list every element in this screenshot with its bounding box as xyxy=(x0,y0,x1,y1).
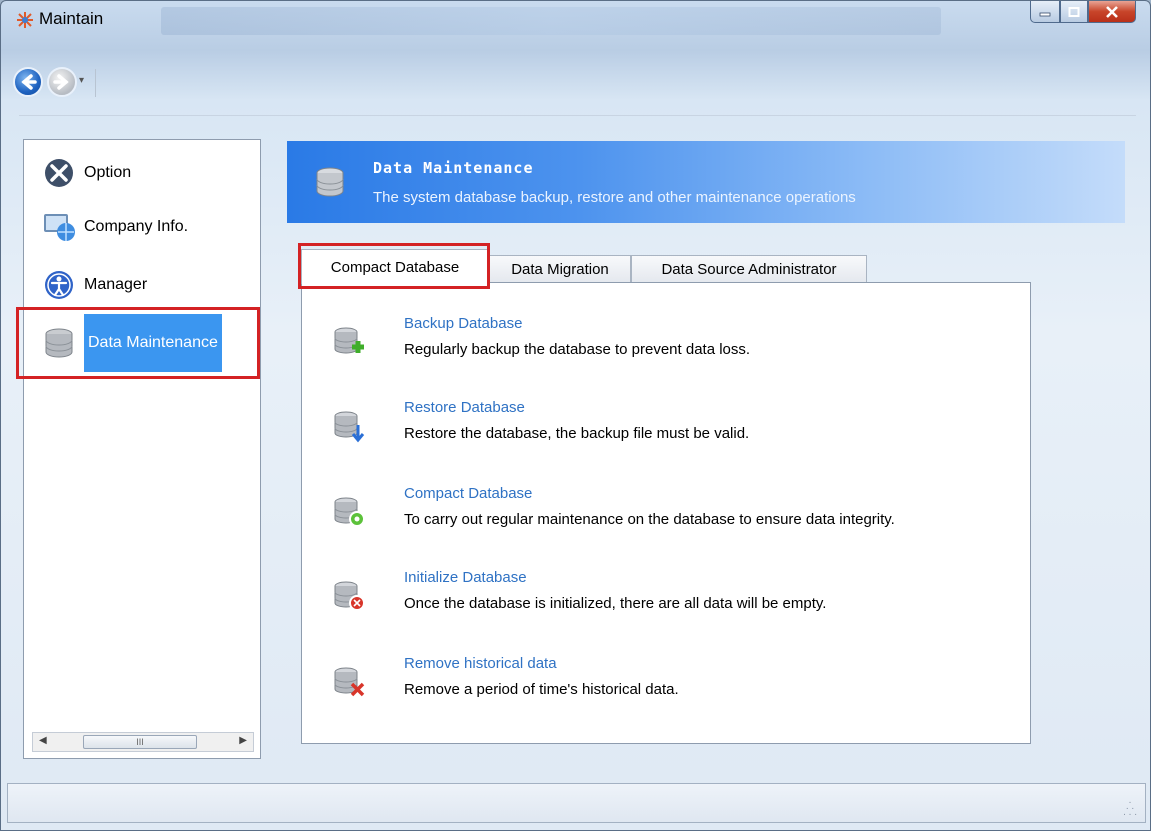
tab-label: Data Migration xyxy=(511,261,609,278)
back-arrow-icon xyxy=(21,74,37,90)
window-title: Maintain xyxy=(39,9,104,28)
sidebar: Option Company Info. Manager Data Mainte… xyxy=(23,139,261,759)
resize-grip-icon[interactable]: . . .. . . xyxy=(1123,796,1137,818)
window-controls xyxy=(1030,1,1136,23)
tab-data-migration[interactable]: Data Migration xyxy=(489,255,631,283)
toolbar-divider xyxy=(19,115,1136,116)
forward-button[interactable] xyxy=(47,67,77,97)
maximize-button[interactable] xyxy=(1060,1,1088,23)
title-bar: Maintain xyxy=(1,1,1150,41)
task-description: To carry out regular maintenance on the … xyxy=(404,511,895,528)
task-description: Remove a period of time's historical dat… xyxy=(404,681,679,698)
database-add-icon xyxy=(334,327,364,354)
history-dropdown[interactable]: ▾ xyxy=(79,75,84,86)
title-bar-background xyxy=(161,7,941,35)
task-description: Restore the database, the backup file mu… xyxy=(404,425,750,442)
forward-arrow-icon xyxy=(53,74,69,90)
tab-label: Data Source Administrator xyxy=(661,261,837,278)
highlight-box-tab xyxy=(298,243,490,289)
task-description: Once the database is initialized, there … xyxy=(404,595,827,612)
task-description: Regularly backup the database to prevent… xyxy=(404,341,751,358)
database-compact-icon xyxy=(334,497,365,527)
minimize-icon xyxy=(1039,12,1051,16)
initialize-database-link[interactable]: Initialize Database xyxy=(404,569,527,586)
scroll-right-icon[interactable]: ▶ xyxy=(239,735,247,746)
backup-database-link[interactable]: Backup Database xyxy=(404,315,522,332)
sidebar-item-option[interactable]: Option xyxy=(42,152,131,194)
compact-database-link[interactable]: Compact Database xyxy=(404,485,532,502)
sidebar-item-company-info[interactable]: Company Info. xyxy=(42,206,188,248)
maximize-icon xyxy=(1068,6,1080,17)
status-bar: . . .. . . xyxy=(7,783,1146,823)
database-icon xyxy=(316,167,344,197)
sidebar-item-label: Manager xyxy=(84,276,148,293)
wrench-screwdriver-icon xyxy=(42,156,76,190)
minimize-button[interactable] xyxy=(1030,1,1060,23)
maintain-app-icon xyxy=(17,12,33,28)
tab-data-source-administrator[interactable]: Data Source Administrator xyxy=(631,255,867,283)
back-button[interactable] xyxy=(13,67,43,97)
database-restore-icon xyxy=(334,411,365,443)
close-icon xyxy=(1106,5,1118,18)
highlight-box-sidebar xyxy=(16,307,260,379)
tab-panel: Backup Database Regularly backup the dat… xyxy=(301,282,1031,744)
maintain-window: Maintain ▾ Option Company Info. Manager … xyxy=(0,0,1151,831)
company-globe-icon xyxy=(42,210,76,244)
page-header: Data Maintenance The system database bac… xyxy=(287,141,1125,223)
database-remove-icon xyxy=(334,667,365,697)
scroll-left-icon[interactable]: ◀ xyxy=(39,735,47,746)
page-subtitle: The system database backup, restore and … xyxy=(373,189,856,206)
navigation-toolbar: ▾ xyxy=(7,59,1148,121)
scrollbar-thumb[interactable]: III xyxy=(83,735,197,749)
sidebar-item-manager[interactable]: Manager xyxy=(42,264,147,306)
close-button[interactable] xyxy=(1088,1,1136,23)
horizontal-scrollbar[interactable]: ◀ III ▶ xyxy=(32,732,254,752)
database-initialize-icon xyxy=(334,581,365,611)
toolbar-separator xyxy=(95,69,96,97)
sidebar-item-label: Option xyxy=(84,164,132,181)
restore-database-link[interactable]: Restore Database xyxy=(404,399,525,416)
sidebar-item-label: Company Info. xyxy=(84,218,189,235)
page-title: Data Maintenance xyxy=(373,159,534,177)
remove-historical-data-link[interactable]: Remove historical data xyxy=(404,655,557,672)
user-circle-icon xyxy=(42,268,76,302)
